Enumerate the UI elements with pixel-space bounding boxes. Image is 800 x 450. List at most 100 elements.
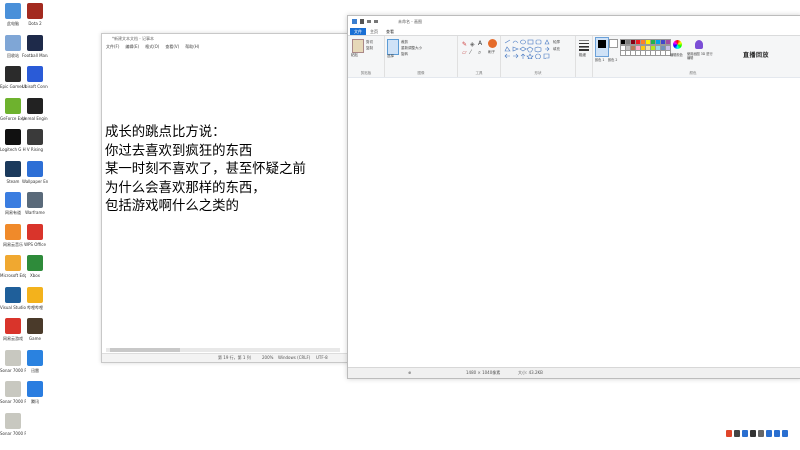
notepad-window[interactable]: *新建文本文档 - 记事本 文件(F) 编辑(E) 格式(O) 查看(V) 帮助(H) … — [101, 33, 349, 363]
app-icon — [27, 223, 43, 240]
paste-button[interactable]: 粘贴 — [351, 53, 358, 58]
edit-colors-button[interactable]: 编辑颜色 — [670, 52, 683, 57]
color-picker-icon[interactable]: ⁄ — [470, 49, 471, 56]
paste-icon[interactable] — [352, 39, 364, 53]
app-icon — [5, 129, 21, 145]
desktop-icon-label: Football Manag... — [22, 52, 48, 58]
shapes-gallery[interactable] — [504, 39, 550, 59]
app-icon — [27, 160, 43, 177]
paint3d-button[interactable]: 使用画图 3D 进行编辑 — [687, 52, 713, 60]
select-icon[interactable] — [387, 39, 399, 55]
settings-icon[interactable] — [766, 430, 772, 437]
scrollbar-thumb[interactable] — [110, 348, 180, 352]
keyboard-icon[interactable] — [758, 430, 764, 437]
fill-button[interactable]: 填充 — [553, 47, 560, 52]
grid-icon[interactable] — [782, 430, 788, 437]
desktop-icon-label: Sonar 7000 Readings... — [0, 430, 26, 436]
rotate-button[interactable]: 旋转 — [401, 52, 408, 57]
line-ending: Windows (CRLF) — [278, 355, 311, 360]
network-icon[interactable] — [742, 430, 748, 437]
menu-item[interactable]: 查看(V) — [165, 44, 179, 50]
volume-icon[interactable] — [750, 430, 756, 437]
resize-button[interactable]: 重新调整大小 — [401, 46, 422, 51]
paint-canvas-area[interactable] — [348, 77, 800, 368]
desktop-icon[interactable]: 哔哩哔哩 — [22, 286, 48, 310]
eraser-icon[interactable]: ▱ — [462, 49, 467, 56]
quick-access-toolbar[interactable] — [352, 19, 392, 25]
ribbon-tab[interactable]: 文件 — [350, 28, 366, 35]
desktop-icon[interactable]: Warframe — [22, 192, 48, 215]
image-size: 大小: 43.2KB — [518, 370, 543, 375]
desktop-icon[interactable]: Ubisoft Connect — [22, 66, 48, 89]
color1-swatch — [598, 40, 606, 48]
menu-item[interactable]: 帮助(H) — [185, 44, 199, 50]
text-line: 你过去喜欢到疯狂的东西 — [105, 143, 253, 159]
outline-button[interactable]: 轮廓 — [553, 40, 560, 45]
fill-icon[interactable]: ◈ — [470, 41, 475, 48]
color1-selector[interactable] — [595, 37, 609, 57]
desktop-icon[interactable]: Wallpaper Engine:... — [22, 160, 48, 184]
notepad-text-area[interactable]: 成长的跳点比方说： 你过去喜欢到疯狂的东西 某一时刻不喜欢了，甚至怀疑之前 为什么会喜… — [105, 124, 306, 217]
watermark: 直播回放 — [743, 52, 770, 59]
desktop-icon[interactable]: Sonar 7000 Readings... — [0, 412, 26, 436]
pencil-icon[interactable]: ✎ — [462, 41, 467, 48]
edit-colors-icon[interactable] — [673, 40, 682, 49]
notepad-menubar: 文件(F) 编辑(E) 格式(O) 查看(V) 帮助(H) — [102, 44, 348, 50]
paint-canvas[interactable] — [352, 82, 792, 364]
color2-swatch[interactable] — [609, 39, 618, 48]
notification-icon[interactable] — [774, 430, 780, 437]
cursor-position: 第 19 行，第 1 列 — [218, 355, 251, 360]
desktop-icon[interactable]: 迅雷 — [22, 349, 48, 373]
magnifier-icon[interactable]: ⌕ — [478, 49, 481, 57]
app-icon — [27, 349, 43, 366]
copy-button[interactable]: 复制 — [366, 46, 373, 51]
cut-button[interactable]: 剪切 — [366, 40, 373, 45]
crop-button[interactable]: 裁剪 — [401, 40, 408, 45]
ime-icon[interactable] — [726, 430, 732, 437]
desktop-icon[interactable]: Unreal Engine — [22, 97, 48, 121]
brush-button[interactable]: 刷子 — [488, 50, 495, 55]
desktop-icon[interactable]: WPS Office — [22, 223, 48, 247]
move-icon: ⊕ — [408, 370, 412, 375]
shapes-group: 轮廓 填充 形状 — [501, 36, 576, 77]
desktop-icon[interactable]: V Rising — [22, 129, 48, 152]
menu-item[interactable]: 编辑(E) — [125, 44, 139, 50]
input-method-icon[interactable] — [734, 430, 740, 437]
select-button[interactable]: 选择 — [387, 54, 394, 59]
brush-icon[interactable] — [488, 39, 497, 48]
zoom-level: 200% — [262, 355, 274, 360]
size-button[interactable]: 粗细 — [579, 53, 586, 58]
app-icon — [27, 192, 43, 208]
paint3d-icon[interactable] — [695, 40, 703, 49]
image-group-label: 图像 — [417, 71, 425, 75]
ribbon-tab[interactable]: 查看 — [382, 28, 398, 35]
desktop-icon[interactable]: Dota 2 — [22, 3, 48, 26]
horizontal-scrollbar[interactable] — [106, 348, 340, 352]
app-icon — [27, 381, 43, 397]
paint-window[interactable]: 未命名 - 画图 文件 主页 查看 粘贴 剪切 复制 剪贴板 选择 裁剪 重新调整大… — [347, 15, 800, 379]
image-group: 选择 裁剪 重新调整大小 旋转 图像 — [385, 36, 458, 77]
desktop-icon[interactable]: 腾讯 — [22, 381, 48, 404]
ribbon: 粘贴 剪切 复制 剪贴板 选择 裁剪 重新调整大小 旋转 图像 ✎ ◈ A ▱ … — [348, 35, 800, 78]
app-icon — [27, 66, 43, 82]
color1-label: 颜色 1 — [595, 58, 605, 62]
desktop-icon-label: Xbox — [30, 273, 40, 278]
app-icon — [27, 3, 43, 19]
desktop-icon[interactable]: Game — [22, 318, 48, 341]
desktop-icon-label: Dota 2 — [28, 21, 42, 26]
ribbon-tab[interactable]: 主页 — [366, 28, 382, 35]
text-icon[interactable]: A — [478, 40, 482, 47]
app-icon — [5, 286, 21, 303]
desktop-icon-label: Warframe — [25, 210, 45, 215]
app-icon — [27, 129, 43, 145]
paint-statusbar: ⊕ 1480 × 1040像素 大小: 43.2KB — [348, 367, 800, 378]
menu-item[interactable]: 文件(F) — [106, 44, 119, 50]
app-icon — [27, 318, 43, 334]
paint-title: 未命名 - 画图 — [398, 19, 422, 24]
menu-item[interactable]: 格式(O) — [145, 44, 159, 50]
line-size-icon[interactable] — [579, 39, 589, 51]
desktop-icon[interactable]: Xbox — [22, 255, 48, 278]
desktop-icon-label: Ubisoft Connect — [22, 84, 48, 89]
desktop-icon[interactable]: Football Manag... — [22, 34, 48, 58]
color2-label: 颜色 2 — [608, 58, 618, 62]
